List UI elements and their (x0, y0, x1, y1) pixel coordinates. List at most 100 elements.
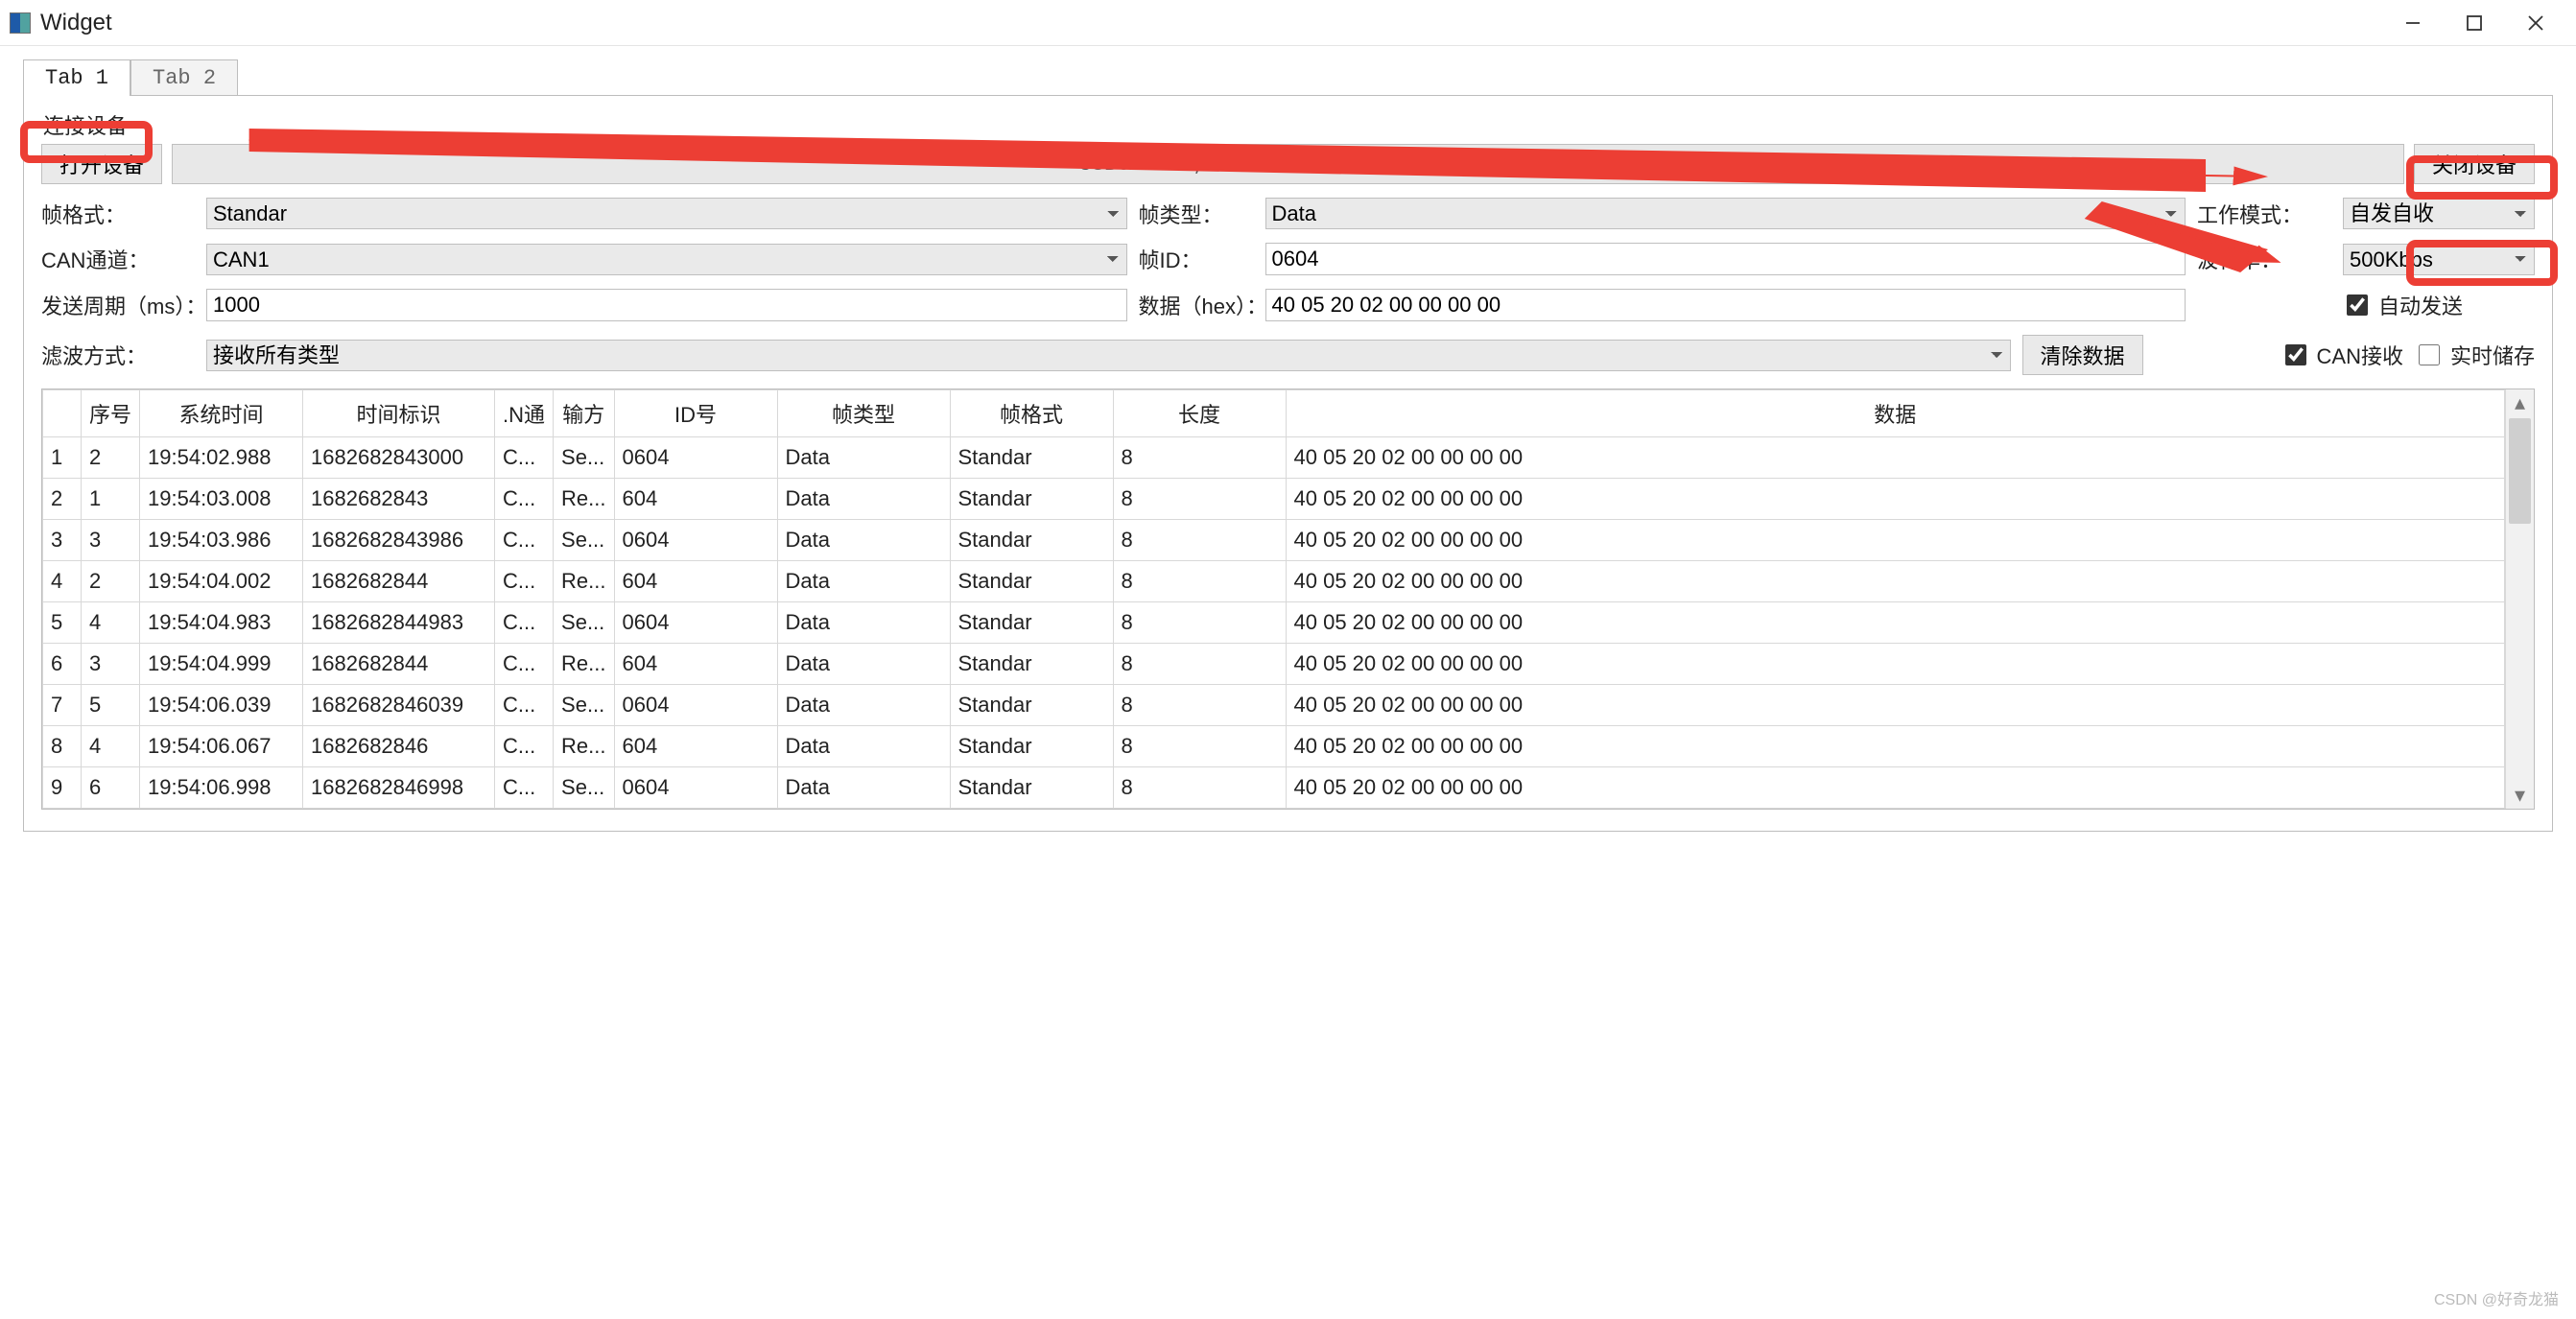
cell-time: 19:54:06.998 (140, 767, 303, 809)
data-hex-input[interactable] (1265, 289, 2186, 321)
th-ffmt[interactable]: 帧格式 (950, 390, 1113, 437)
scroll-down-arrow[interactable]: ▾ (2506, 782, 2534, 809)
cell-id: 0604 (614, 767, 777, 809)
th-dir[interactable]: 输方 (554, 390, 614, 437)
cell-data: 40 05 20 02 00 00 00 00 (1286, 726, 2505, 767)
close-button[interactable] (2505, 6, 2566, 40)
th-len[interactable]: 长度 (1113, 390, 1286, 437)
cell-id: 604 (614, 644, 777, 685)
th-id[interactable]: ID号 (614, 390, 777, 437)
th-idx[interactable] (43, 390, 82, 437)
can-recv-checkbox[interactable]: CAN接收 (2281, 340, 2403, 370)
cell-time: 19:54:06.067 (140, 726, 303, 767)
scroll-up-arrow[interactable]: ▴ (2506, 389, 2534, 416)
cell-dir: Re... (554, 479, 614, 520)
th-ch[interactable]: .N通 (495, 390, 554, 437)
table-row[interactable]: 4219:54:04.0021682682844C...Re...604Data… (43, 561, 2505, 602)
th-data[interactable]: 数据 (1286, 390, 2505, 437)
cell-stamp: 1682682843 (303, 479, 495, 520)
table-row[interactable]: 8419:54:06.0671682682846C...Re...604Data… (43, 726, 2505, 767)
frame-id-label: 帧ID： (1139, 244, 1254, 274)
cell-data: 40 05 20 02 00 00 00 00 (1286, 437, 2505, 479)
table-row[interactable]: 3319:54:03.9861682682843986C...Se...0604… (43, 520, 2505, 561)
cell-data: 40 05 20 02 00 00 00 00 (1286, 685, 2505, 726)
minimize-icon (2404, 14, 2422, 32)
device-row: 打开设备 USBCAN-2A, USBCAN-2C, CANalyst-II 关… (41, 144, 2535, 184)
filter-row: 滤波方式： 接收所有类型 清除数据 CAN接收 实时储存 (41, 335, 2535, 375)
scroll-thumb[interactable] (2509, 418, 2531, 524)
cell-idx: 2 (43, 479, 82, 520)
cell-seq: 4 (82, 602, 140, 644)
device-combo[interactable]: USBCAN-2A, USBCAN-2C, CANalyst-II (172, 144, 2404, 184)
cell-id: 0604 (614, 437, 777, 479)
auto-send-checkbox[interactable]: 自动发送 (2343, 290, 2535, 320)
th-stamp[interactable]: 时间标识 (303, 390, 495, 437)
th-time[interactable]: 系统时间 (140, 390, 303, 437)
maximize-button[interactable] (2444, 6, 2505, 40)
table-row[interactable]: 6319:54:04.9991682682844C...Re...604Data… (43, 644, 2505, 685)
baud-rate-label: 波特率： (2197, 244, 2331, 274)
cell-dir: Re... (554, 561, 614, 602)
cell-stamp: 1682682843986 (303, 520, 495, 561)
th-ftype[interactable]: 帧类型 (777, 390, 950, 437)
table-row[interactable]: 1219:54:02.9881682682843000C...Se...0604… (43, 437, 2505, 479)
auto-send-input[interactable] (2347, 294, 2368, 316)
cell-data: 40 05 20 02 00 00 00 00 (1286, 561, 2505, 602)
cell-ftype: Data (777, 644, 950, 685)
clear-data-button[interactable]: 清除数据 (2022, 335, 2143, 375)
th-seq[interactable]: 序号 (82, 390, 140, 437)
cell-ch: C... (495, 479, 554, 520)
can-channel-select[interactable]: CAN1 (206, 244, 1127, 275)
cell-ffmt: Standar (950, 561, 1113, 602)
minimize-button[interactable] (2382, 6, 2444, 40)
baud-rate-select[interactable]: 500Kbps (2343, 244, 2535, 275)
cell-stamp: 1682682844 (303, 561, 495, 602)
tab-1[interactable]: Tab 1 (23, 59, 130, 96)
table-row[interactable]: 9619:54:06.9981682682846998C...Se...0604… (43, 767, 2505, 809)
close-device-button[interactable]: 关闭设备 (2414, 144, 2535, 184)
cell-idx: 7 (43, 685, 82, 726)
send-period-label: 发送周期（ms）： (41, 290, 195, 320)
app-icon (10, 12, 31, 34)
table-row[interactable]: 2119:54:03.0081682682843C...Re...604Data… (43, 479, 2505, 520)
can-recv-input[interactable] (2285, 344, 2306, 365)
realtime-save-checkbox[interactable]: 实时储存 (2415, 340, 2535, 370)
cell-time: 19:54:03.986 (140, 520, 303, 561)
frame-id-input[interactable] (1265, 243, 2186, 275)
cell-seq: 2 (82, 561, 140, 602)
filter-mode-select[interactable]: 接收所有类型 (206, 340, 2011, 371)
vertical-scrollbar[interactable]: ▴ ▾ (2505, 389, 2534, 809)
open-device-button[interactable]: 打开设备 (41, 144, 162, 184)
cell-stamp: 1682682846 (303, 726, 495, 767)
tab-2[interactable]: Tab 2 (130, 59, 238, 96)
watermark: CSDN @好奇龙猫 (2434, 1286, 2559, 1309)
cell-seq: 2 (82, 437, 140, 479)
cell-dir: Se... (554, 520, 614, 561)
cell-dir: Se... (554, 437, 614, 479)
cell-len: 8 (1113, 437, 1286, 479)
cell-dir: Re... (554, 726, 614, 767)
cell-seq: 6 (82, 767, 140, 809)
send-period-input[interactable] (206, 289, 1127, 321)
tabstrip: Tab 1 Tab 2 (23, 59, 2553, 95)
cell-data: 40 05 20 02 00 00 00 00 (1286, 520, 2505, 561)
cell-seq: 3 (82, 520, 140, 561)
work-mode-select[interactable]: 自发自收 (2343, 198, 2535, 229)
close-icon (2527, 14, 2544, 32)
cell-ch: C... (495, 437, 554, 479)
cell-ftype: Data (777, 479, 950, 520)
cell-seq: 3 (82, 644, 140, 685)
cell-stamp: 1682682846998 (303, 767, 495, 809)
cell-idx: 9 (43, 767, 82, 809)
cell-seq: 5 (82, 685, 140, 726)
form-grid: 帧格式： Standar 帧类型： Data 工作模式： 自发自收 CAN通道：… (41, 198, 2535, 321)
cell-ch: C... (495, 602, 554, 644)
table-row[interactable]: 7519:54:06.0391682682846039C...Se...0604… (43, 685, 2505, 726)
cell-seq: 4 (82, 726, 140, 767)
realtime-save-input[interactable] (2419, 344, 2440, 365)
frame-type-select[interactable]: Data (1265, 198, 2186, 229)
cell-time: 19:54:04.002 (140, 561, 303, 602)
table-header-row: 序号 系统时间 时间标识 .N通 输方 ID号 帧类型 帧格式 长度 数据 (43, 390, 2505, 437)
table-row[interactable]: 5419:54:04.9831682682844983C...Se...0604… (43, 602, 2505, 644)
frame-format-select[interactable]: Standar (206, 198, 1127, 229)
